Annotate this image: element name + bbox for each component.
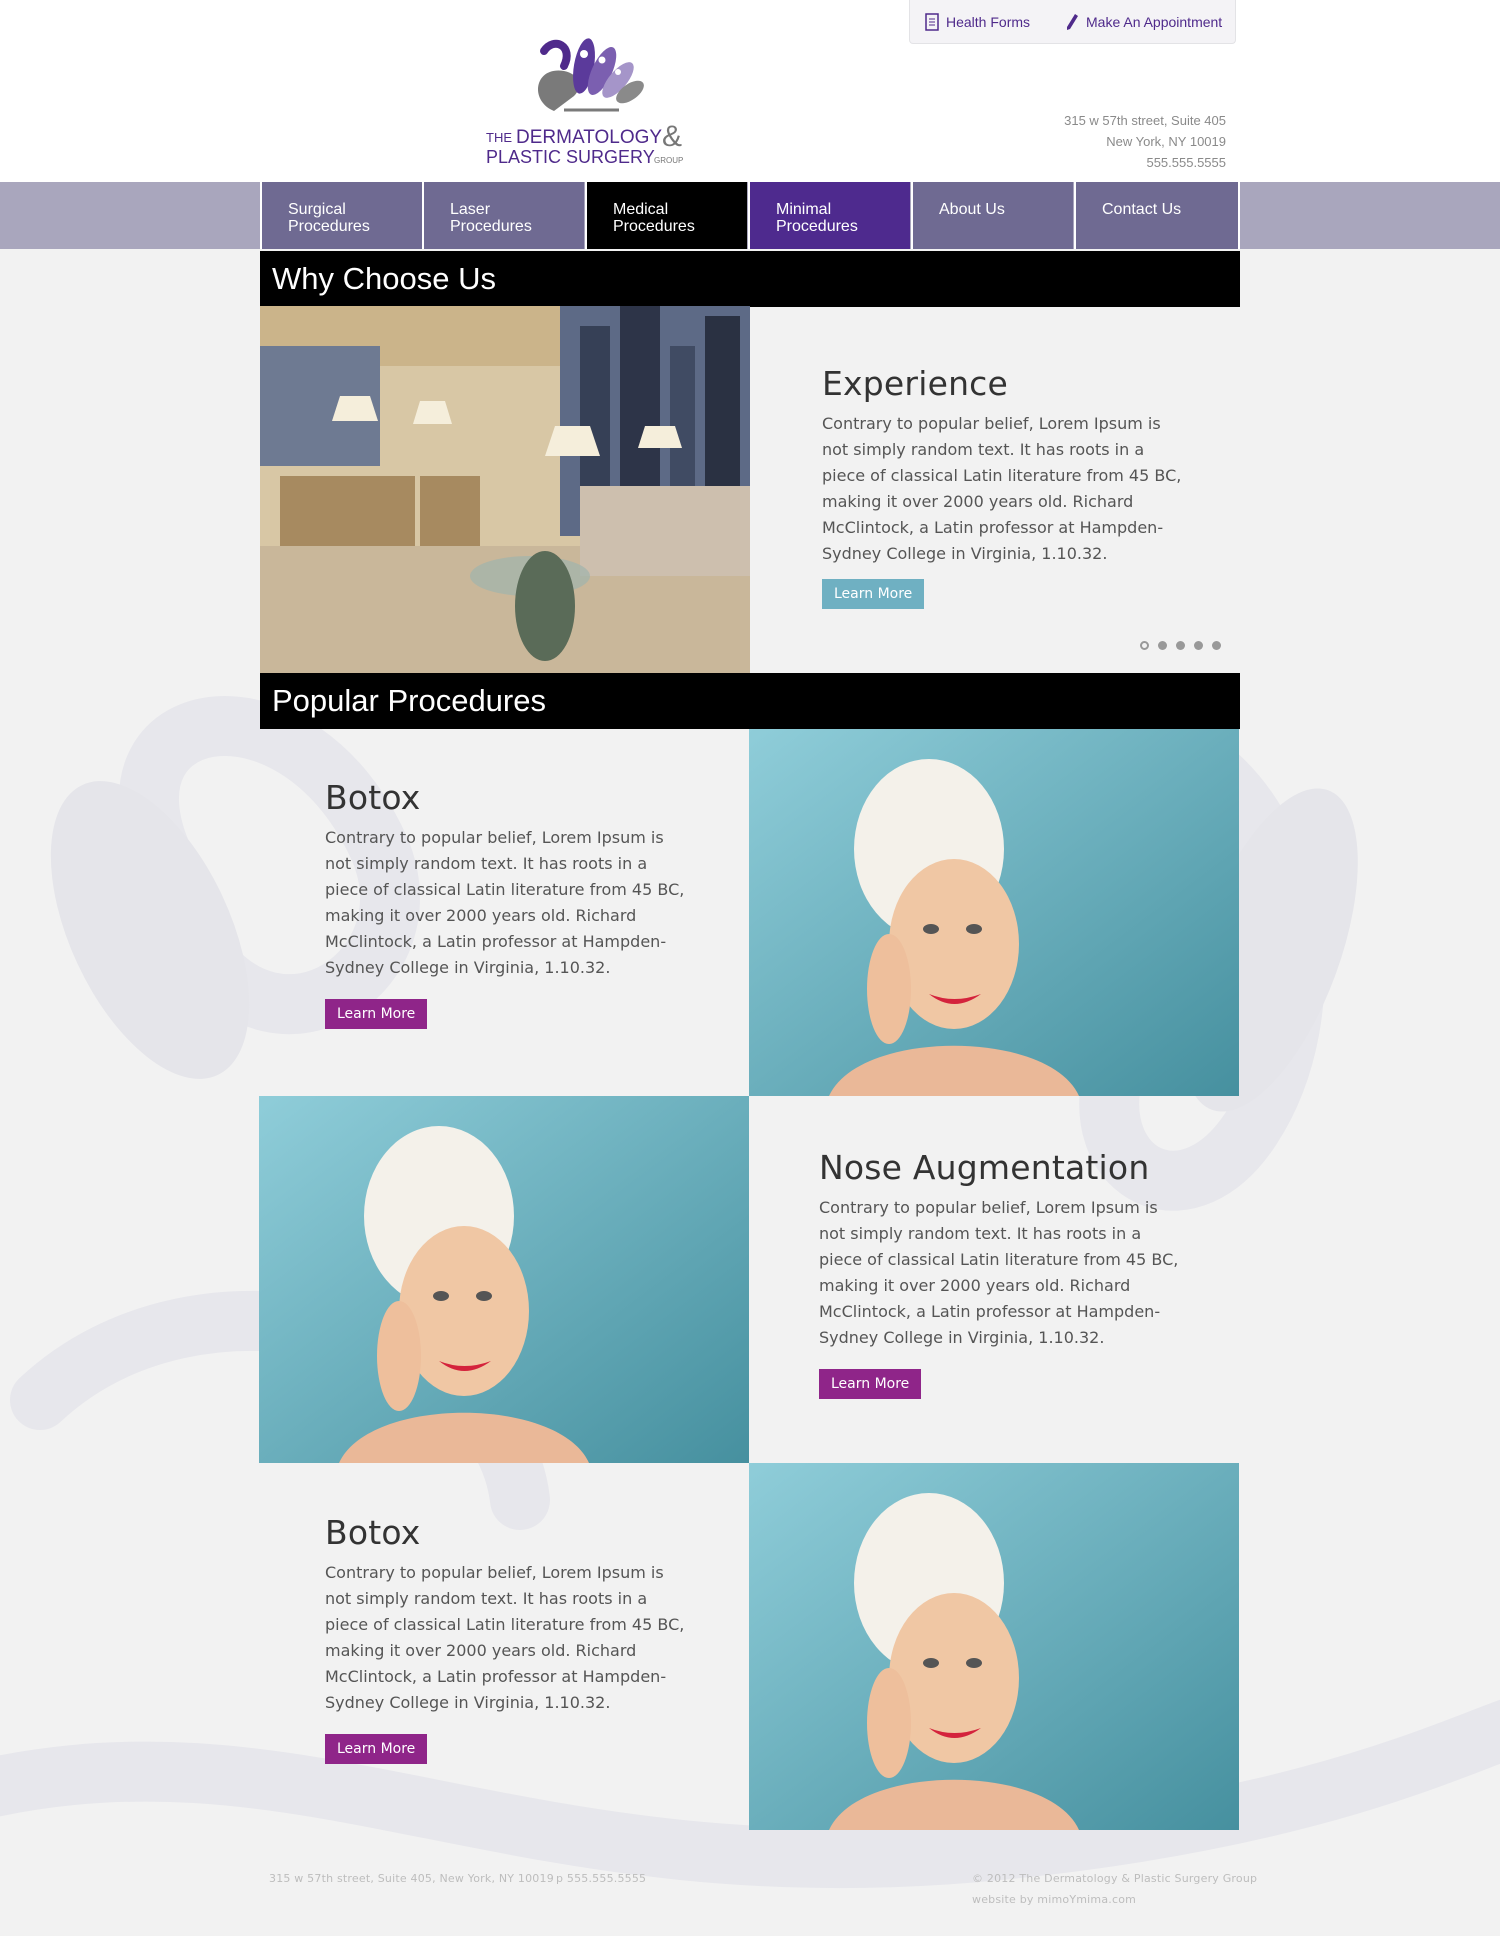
- procedure-learn-more-button[interactable]: Learn More: [819, 1369, 922, 1399]
- document-icon: [925, 13, 939, 31]
- experience-body: Contrary to popular belief, Lorem Ipsum …: [822, 414, 1182, 563]
- footer-copyright: © 2012 The Dermatology & Plastic Surgery…: [972, 1872, 1258, 1885]
- procedure-learn-more-button[interactable]: Learn More: [325, 999, 428, 1029]
- nav-item-laser-procedures[interactable]: Laser Procedures: [422, 182, 584, 249]
- slider-dot[interactable]: [1140, 641, 1149, 650]
- nav-item-label: Medical Procedures: [613, 201, 695, 235]
- nav-item-label: Laser Procedures: [450, 201, 532, 235]
- footer-address: 315 w 57th street, Suite 405, New York, …: [269, 1872, 554, 1885]
- logo-ampersand: &: [662, 120, 683, 153]
- logo-plastic-surgery: PLASTIC SURGERY: [486, 147, 655, 167]
- slider-dot[interactable]: [1194, 641, 1203, 650]
- health-forms-link[interactable]: Health Forms: [924, 13, 1030, 31]
- nav-item-label: Minimal Procedures: [776, 201, 858, 235]
- experience-title: Experience: [822, 364, 1009, 403]
- procedure-body: Contrary to popular belief, Lorem Ipsum …: [325, 828, 685, 977]
- footer-credit-link[interactable]: website by mimoYmima.com: [972, 1893, 1136, 1906]
- procedure-body: Contrary to popular belief, Lorem Ipsum …: [325, 1563, 685, 1712]
- pencil-icon: [1067, 14, 1078, 30]
- why-choose-us-content: Experience Contrary to popular belief, L…: [822, 364, 1182, 609]
- logo[interactable]: THE DERMATOLOGY & PLASTIC SURGERY GROUP: [486, 26, 686, 176]
- health-forms-label: Health Forms: [946, 14, 1031, 30]
- nav-item-contact-us[interactable]: Contact Us: [1074, 182, 1240, 249]
- utility-bar: Health Forms Make An Appointment: [909, 0, 1236, 44]
- address-line-2: New York, NY 10019: [1106, 134, 1226, 149]
- address-line-1: 315 w 57th street, Suite 405: [1064, 113, 1226, 128]
- slider-dot[interactable]: [1176, 641, 1185, 650]
- slider-pagination: [1140, 641, 1221, 650]
- address-phone: 555.555.5555: [1146, 155, 1226, 170]
- nav-item-medical-procedures[interactable]: Medical Procedures: [585, 182, 747, 249]
- slider-dot[interactable]: [1158, 641, 1167, 650]
- why-choose-us-heading: Why Choose Us: [260, 251, 1240, 307]
- procedure-card: Botox Contrary to popular belief, Lorem …: [325, 778, 685, 1029]
- logo-dermatology: DERMATOLOGY: [516, 127, 663, 148]
- procedure-card: Nose Augmentation Contrary to popular be…: [819, 1148, 1179, 1399]
- nav-item-about-us[interactable]: About Us: [911, 182, 1073, 249]
- procedure-photo: [749, 729, 1239, 1096]
- procedure-card: Botox Contrary to popular belief, Lorem …: [325, 1513, 685, 1764]
- popular-procedures-heading: Popular Procedures: [260, 673, 1240, 729]
- footer: [0, 1830, 1500, 1936]
- procedure-body: Contrary to popular belief, Lorem Ipsum …: [819, 1198, 1179, 1347]
- peacock-logo-icon: [537, 38, 644, 112]
- procedure-title: Botox: [325, 778, 421, 817]
- nav-item-minimal-procedures[interactable]: Minimal Procedures: [748, 182, 910, 249]
- footer-phone: p 555.555.5555: [556, 1872, 647, 1885]
- nav-item-label: Surgical Procedures: [288, 201, 370, 235]
- make-appointment-link[interactable]: Make An Appointment: [1064, 13, 1222, 31]
- header: [0, 0, 1500, 182]
- logo-the: THE: [486, 130, 512, 145]
- make-appointment-label: Make An Appointment: [1086, 14, 1223, 30]
- address-block: 315 w 57th street, Suite 405 New York, N…: [1064, 110, 1226, 173]
- procedure-learn-more-button[interactable]: Learn More: [325, 1734, 428, 1764]
- nav-item-label: About Us: [939, 201, 1005, 218]
- procedure-title: Nose Augmentation: [819, 1148, 1150, 1187]
- experience-learn-more-button[interactable]: Learn More: [822, 579, 925, 609]
- office-lobby-photo: [260, 306, 750, 673]
- logo-group: GROUP: [654, 156, 684, 165]
- nav-item-label: Contact Us: [1102, 201, 1182, 218]
- procedure-title: Botox: [325, 1513, 421, 1552]
- procedure-photo: [259, 1096, 749, 1463]
- slider-dot[interactable]: [1212, 641, 1221, 650]
- nav-item-surgical-procedures[interactable]: Surgical Procedures: [260, 182, 422, 249]
- procedure-photo: [749, 1463, 1239, 1830]
